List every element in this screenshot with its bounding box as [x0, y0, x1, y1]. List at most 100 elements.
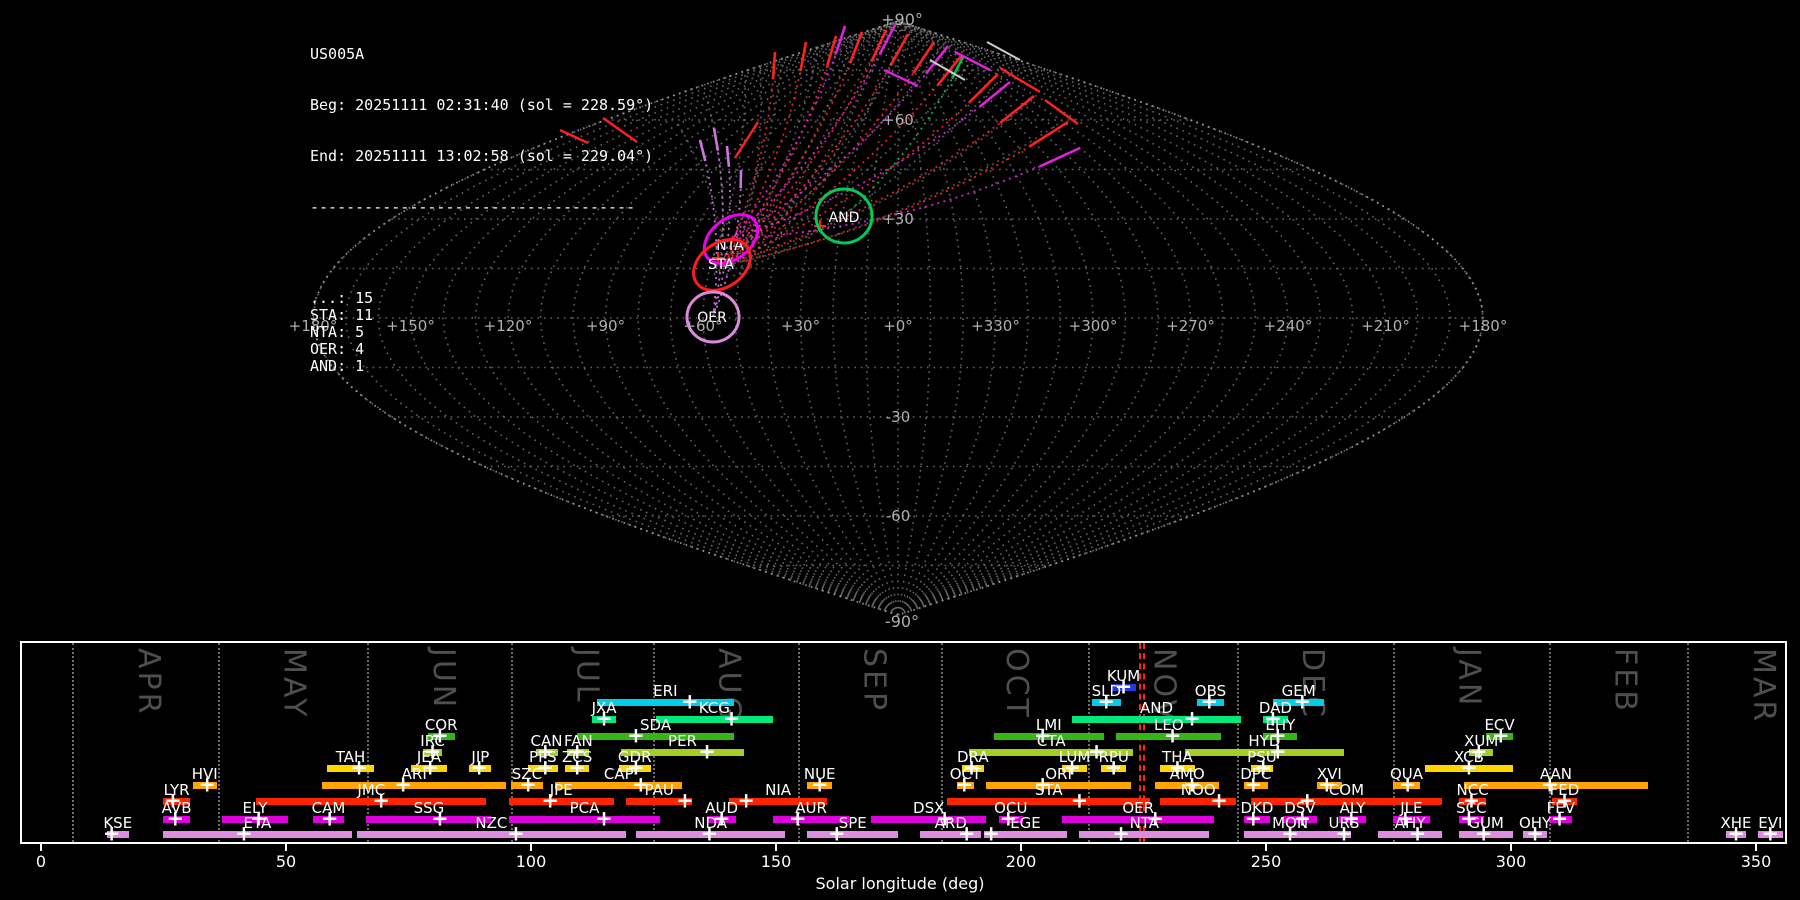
shower-peak-EGE: +: [982, 821, 1000, 842]
month-boundary-MAY: [217, 643, 220, 842]
shower-peak-OCT: +: [955, 772, 974, 797]
pole-label-south: -90°: [885, 612, 919, 631]
shower-peak-HVI: +: [198, 772, 216, 797]
equator-label-0: +0°: [883, 317, 913, 335]
month-boundary-JUN: [367, 643, 370, 842]
equator-label--60: +60°: [683, 317, 722, 335]
month-label-MAR: MAR: [1745, 648, 1781, 725]
shower-peak-LEO: +: [1163, 723, 1182, 748]
shower-peak-ETA: +: [235, 821, 253, 842]
shower-peak-AHY: +: [1408, 821, 1427, 842]
x-tick-label-250: 250: [1250, 852, 1282, 871]
station-id: US005A: [310, 45, 365, 63]
sky-map: NTASTAOERAND+90°-90°+60+30-30-60+180° +15…: [289, 10, 1508, 631]
shower-peak-SSG: +: [431, 806, 449, 831]
shower-peak-OBS: +: [1200, 689, 1219, 714]
shower-peak-XCB: +: [1460, 755, 1478, 780]
shower-peak-NZC: +: [507, 821, 525, 842]
equator-label-60: +300°: [1069, 317, 1118, 335]
equator-label-120: +240°: [1264, 317, 1313, 335]
shower-bar-PCA: [508, 816, 661, 823]
month-label-APR: APR: [130, 648, 166, 717]
x-tick-label-150: 150: [760, 852, 792, 871]
month-label-SEP: SEP: [856, 648, 892, 714]
meteor-counts: ...: 15 STA: 11 NTA: 5 OER: 4 AND: 1: [310, 290, 653, 375]
shower-label-PAU: PAU: [644, 781, 674, 799]
shower-peak-PCA: +: [595, 806, 613, 831]
month-boundary-MAR: [1687, 643, 1690, 842]
shower-label-CAP: CAP: [603, 765, 634, 783]
month-label-FEB: FEB: [1607, 648, 1643, 714]
shower-peak-JIP: +: [470, 755, 488, 780]
legend-separator: ------------------------------------: [310, 198, 636, 216]
shower-label-NTA: NTA: [1129, 814, 1160, 832]
latitude-label--30: -30: [886, 408, 911, 426]
shower-peak-PAU: +: [676, 788, 694, 813]
shower-peak-SZC: +: [519, 772, 537, 797]
shower-bar-KCG: [655, 716, 774, 723]
month-boundary-APR: [72, 643, 75, 842]
month-boundary-JAN: [1393, 643, 1395, 842]
count-xxx: ...: 15: [310, 289, 374, 307]
shower-label-ERI: ERI: [653, 682, 678, 700]
shower-peak-OHY: +: [1526, 821, 1544, 842]
x-tick-label-0: 0: [35, 852, 47, 871]
shower-peak-RPU: +: [1104, 755, 1123, 780]
radiant-label-STA: STA: [708, 257, 734, 273]
shower-peak-QUA: +: [1398, 772, 1417, 797]
count-AND: AND: 1: [310, 357, 365, 375]
shower-peak-AVB: +: [166, 806, 185, 831]
shower-label-PER: PER: [668, 732, 697, 750]
shower-peak-TAH: +: [350, 755, 368, 780]
meteor-station-summary: NTA STA OER AND +90° -90° +60 +30 -30 -60 +180° +15…: [0, 0, 1800, 900]
x-tick-250: [1265, 843, 1267, 851]
month-boundary-JUL: [511, 643, 513, 842]
shower-bar-STA: [947, 798, 1151, 805]
month-label-OCT: OCT: [999, 648, 1035, 720]
x-tick-300: [1510, 843, 1512, 851]
shower-bar-SSG: [366, 816, 492, 823]
shower-peak-JMC: +: [372, 788, 390, 813]
meteor-trails-NTA: [730, 24, 1081, 240]
shower-label-COM: COM: [1328, 781, 1365, 799]
month-label-JUN: JUN: [425, 648, 461, 711]
count-OER: OER: 4: [310, 340, 365, 358]
shower-peak-NOO: +: [1210, 788, 1228, 813]
shower-peak-DKD: +: [1244, 806, 1263, 831]
x-tick-100: [530, 843, 532, 851]
month-label-JUL: JUL: [569, 648, 605, 705]
shower-peak-ERI: +: [681, 689, 699, 714]
equator-label-150: +210°: [1361, 317, 1410, 335]
x-tick-0: [40, 843, 42, 851]
x-tick-50: [285, 843, 287, 851]
month-boundary-DEC: [1236, 643, 1239, 842]
shower-bar-ARI: [322, 782, 507, 789]
shower-label-STA: STA: [1034, 781, 1063, 799]
x-tick-200: [1020, 843, 1022, 851]
shower-bar-NTA: [1079, 831, 1210, 838]
x-tick-150: [775, 843, 777, 851]
shower-peak-XHE: +: [1727, 821, 1745, 842]
shower-peak-AND: +: [1183, 706, 1201, 731]
shower-bar-NZC: [356, 831, 627, 838]
x-axis-label: Solar longitude (deg): [815, 874, 985, 893]
shower-peak-SPE: +: [828, 821, 846, 842]
shower-label-AND: AND: [1140, 699, 1174, 717]
equator-label-180: +180°: [1459, 317, 1508, 335]
count-NTA: NTA: 5: [310, 323, 365, 341]
equator-label-90: +270°: [1166, 317, 1215, 335]
station-legend: US005A Beg: 20251111 02:31:40 (sol = 228…: [310, 12, 653, 409]
shower-peak-FEV: +: [1550, 806, 1569, 831]
shower-peak-NDA: +: [700, 821, 719, 842]
shower-peak-SDA: +: [627, 723, 645, 748]
shower-peak-URS: +: [1335, 821, 1353, 842]
x-tick-label-50: 50: [275, 852, 297, 871]
observation-begin: Beg: 20251111 02:31:40 (sol = 228.59°): [310, 96, 654, 114]
x-tick-label-200: 200: [1005, 852, 1037, 871]
timeline-plot-area: APR MAY JUN JUL AUG SEP OCT NOV DEC JAN FEB MAR KUM +…: [22, 643, 1785, 842]
latitude-label--60: -60: [886, 507, 911, 525]
x-tick-label-100: 100: [515, 852, 547, 871]
shower-peak-ZCS: +: [568, 755, 586, 780]
shower-peak-SLD: +: [1097, 689, 1116, 714]
pole-label-north: +90°: [881, 10, 923, 29]
